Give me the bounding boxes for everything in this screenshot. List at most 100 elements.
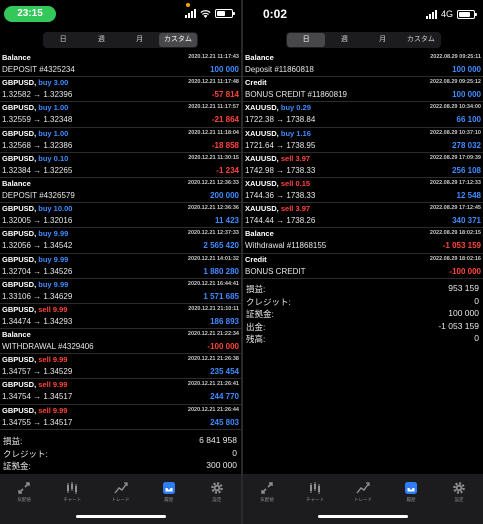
trade-side: buy 9.99 xyxy=(38,279,69,289)
history-row[interactable]: Balance 2020.12.21 21:22:34 WITHDRAWAL #43… xyxy=(0,329,241,355)
row-datetime: 2022.08.29 10:37:10 xyxy=(429,129,481,136)
row-header: Balance 2020.12.21 11:17:43 xyxy=(2,53,239,65)
history-icon xyxy=(162,481,176,495)
segment-option[interactable]: カスタム xyxy=(158,33,197,47)
history-row[interactable]: Credit 2022.08.29 18:02:16 BONUS CREDIT -10… xyxy=(243,254,483,279)
tab-quotes[interactable]: 気配値 xyxy=(243,474,291,510)
tab-history[interactable]: 履歴 xyxy=(387,474,435,510)
segment-option[interactable]: 月 xyxy=(364,33,402,47)
row-header: GBPUSD, buy 9.99 2020.12.21 16:44:41 xyxy=(2,280,239,292)
segment-option[interactable]: 月 xyxy=(121,33,159,47)
trade-side: buy 3.00 xyxy=(38,78,69,88)
row-value: -100 000 xyxy=(449,266,481,276)
tab-quotes[interactable]: 気配値 xyxy=(0,474,48,510)
history-row[interactable]: Balance 2022.08.29 18:02:15 Withdrawal #11… xyxy=(243,228,483,254)
tab-label: 履歴 xyxy=(164,497,174,502)
segment-option[interactable]: 日 xyxy=(44,33,82,47)
row-detail-line: 1.32056 → 1.34542 2 565 420 xyxy=(2,241,239,252)
row-header: GBPUSD, sell 9.99 2020.12.21 21:26:44 xyxy=(2,406,239,418)
row-header: Credit 2022.08.29 09:25:12 xyxy=(245,78,481,90)
history-row[interactable]: GBPUSD, buy 1.00 2020.12.21 11:18:04 1.325… xyxy=(0,128,241,153)
period-segmented-control[interactable]: 日週月カスタム xyxy=(286,32,441,48)
history-row[interactable]: GBPUSD, buy 1.00 2020.12.21 11:17:57 1.325… xyxy=(0,102,241,128)
history-row[interactable]: Credit 2022.08.29 09:25:12 BONUS CREDIT #1… xyxy=(243,77,483,103)
row-datetime: 2020.12.21 11:18:04 xyxy=(188,129,239,136)
row-header: XAUUSD, buy 1.16 2022.08.29 10:37:10 xyxy=(245,129,481,141)
row-detail-line: 1.32704 → 1.34526 1 880 280 xyxy=(2,267,239,278)
history-row[interactable]: GBPUSD, buy 0.10 2020.12.21 11:30:15 1.323… xyxy=(0,153,241,178)
row-value: -21 864 xyxy=(211,115,239,125)
row-detail-line: 1.34474 → 1.34293 186 893 xyxy=(2,317,239,328)
trade-side: sell 9.99 xyxy=(38,304,68,314)
row-value: 244 770 xyxy=(210,392,239,402)
quotes-icon xyxy=(260,481,274,495)
row-datetime: 2022.08.29 17:09:39 xyxy=(429,154,481,161)
history-row[interactable]: GBPUSD, buy 3.00 2020.12.21 11:17:48 1.325… xyxy=(0,77,241,103)
segment-option[interactable]: 週 xyxy=(82,33,120,47)
row-value: 100 000 xyxy=(452,90,481,100)
tab-label: トレード xyxy=(111,497,130,502)
row-value: 11 423 xyxy=(214,216,239,226)
history-row[interactable]: GBPUSD, sell 9.99 2020.12.21 21:26:38 1.34… xyxy=(0,354,241,380)
history-row[interactable]: GBPUSD, sell 9.99 2020.12.21 21:26:44 1.34… xyxy=(0,405,241,430)
row-detail-line: 1.32005 → 1.32016 11 423 xyxy=(2,216,239,227)
tab-settings[interactable]: 設定 xyxy=(435,474,483,510)
row-header: Balance 2022.08.29 18:02:15 xyxy=(245,229,481,241)
history-row[interactable]: XAUUSD, sell 0.15 2022.08.29 17:12:33 1744… xyxy=(243,178,483,204)
segment-option[interactable]: 日 xyxy=(287,33,326,47)
bottom-tab-bar: 気配値 チャート トレード 履歴 設定 xyxy=(0,474,241,524)
settings-icon xyxy=(210,481,224,495)
row-detail-line: 1.32384 → 1.32265 -1 234 xyxy=(2,166,239,177)
trade-side: sell 0.15 xyxy=(280,178,311,188)
history-row[interactable]: Balance 2020.12.21 11:17:43 DEPOSIT #43252… xyxy=(0,52,241,78)
trade-side: buy 0.29 xyxy=(280,103,311,113)
tab-trade[interactable]: トレード xyxy=(96,474,144,510)
summary-value: 6 841 958 xyxy=(199,435,237,445)
history-row[interactable]: GBPUSD, sell 9.99 2020.12.21 21:26:41 1.34… xyxy=(0,379,241,405)
history-row[interactable]: GBPUSD, sell 9.99 2020.12.21 21:10:11 1.34… xyxy=(0,304,241,330)
row-title: GBPUSD, xyxy=(2,78,37,88)
summary-label: 出金: xyxy=(246,321,266,332)
tab-chart[interactable]: チャート xyxy=(291,474,339,510)
row-header: Credit 2022.08.29 18:02:16 xyxy=(245,255,481,267)
summary-value: 100 000 xyxy=(448,308,479,318)
tab-trade[interactable]: トレード xyxy=(339,474,387,510)
history-row[interactable]: Balance 2020.12.21 12:36:33 DEPOSIT #43265… xyxy=(0,178,241,204)
history-row[interactable]: XAUUSD, sell 3.97 2022.08.29 17:12:45 1744… xyxy=(243,203,483,229)
row-title: Balance xyxy=(2,53,31,62)
row-detail-line: 1.34757 → 1.34529 235 454 xyxy=(2,367,239,378)
tab-label: チャート xyxy=(63,497,82,502)
history-row[interactable]: GBPUSD, buy 9.99 2020.12.21 12:37:33 1.320… xyxy=(0,228,241,254)
tab-chart[interactable]: チャート xyxy=(48,474,96,510)
row-header: GBPUSD, buy 1.00 2020.12.21 11:17:57 xyxy=(2,103,239,115)
row-title: GBPUSD, xyxy=(2,304,37,314)
row-detail-line: 1744.36 → 1738.33 12 548 xyxy=(245,191,481,202)
row-detail: Withdrawal #11868155 xyxy=(245,241,327,251)
history-row[interactable]: XAUUSD, buy 1.16 2022.08.29 10:37:10 1721.… xyxy=(243,128,483,153)
tab-label: 気配値 xyxy=(260,497,274,502)
trade-side: sell 3.97 xyxy=(280,204,311,214)
history-row[interactable]: GBPUSD, buy 10.00 2020.12.21 12:36:36 1.32… xyxy=(0,203,241,229)
history-row[interactable]: Balance 2022.08.29 09:25:11 Deposit #11860… xyxy=(243,52,483,78)
row-detail: 1.32056 → 1.34542 xyxy=(2,241,73,251)
history-row[interactable]: XAUUSD, buy 0.29 2022.08.29 10:34:00 1722.… xyxy=(243,102,483,128)
trade-side: buy 9.99 xyxy=(38,254,69,264)
summary-panel: 損益: 6 841 958 クレジット: 0 証拠金: 300 000 xyxy=(0,435,241,473)
tab-history[interactable]: 履歴 xyxy=(145,474,193,510)
period-segmented-control[interactable]: 日週月カスタム xyxy=(43,32,198,48)
tab-settings[interactable]: 設定 xyxy=(193,474,241,510)
row-datetime: 2022.08.29 17:12:45 xyxy=(429,205,481,212)
tab-label: 設定 xyxy=(212,497,222,502)
row-detail: 1.34474 → 1.34293 xyxy=(2,316,73,326)
segment-option[interactable]: カスタム xyxy=(402,33,440,47)
history-row[interactable]: XAUUSD, sell 3.97 2022.08.29 17:09:39 1742… xyxy=(243,153,483,178)
history-row[interactable]: GBPUSD, buy 9.99 2020.12.21 16:44:41 1.331… xyxy=(0,279,241,304)
segment-option[interactable]: 週 xyxy=(325,33,363,47)
row-detail: DEPOSIT #4325234 xyxy=(2,65,75,74)
chart-icon xyxy=(65,481,79,495)
row-value: 66 100 xyxy=(456,115,481,125)
recording-indicator xyxy=(186,3,190,7)
row-value: -1 053 159 xyxy=(442,241,481,251)
history-row[interactable]: GBPUSD, buy 9.99 2020.12.21 14:01:32 1.327… xyxy=(0,254,241,279)
row-header: GBPUSD, buy 10.00 2020.12.21 12:36:36 xyxy=(2,204,239,216)
